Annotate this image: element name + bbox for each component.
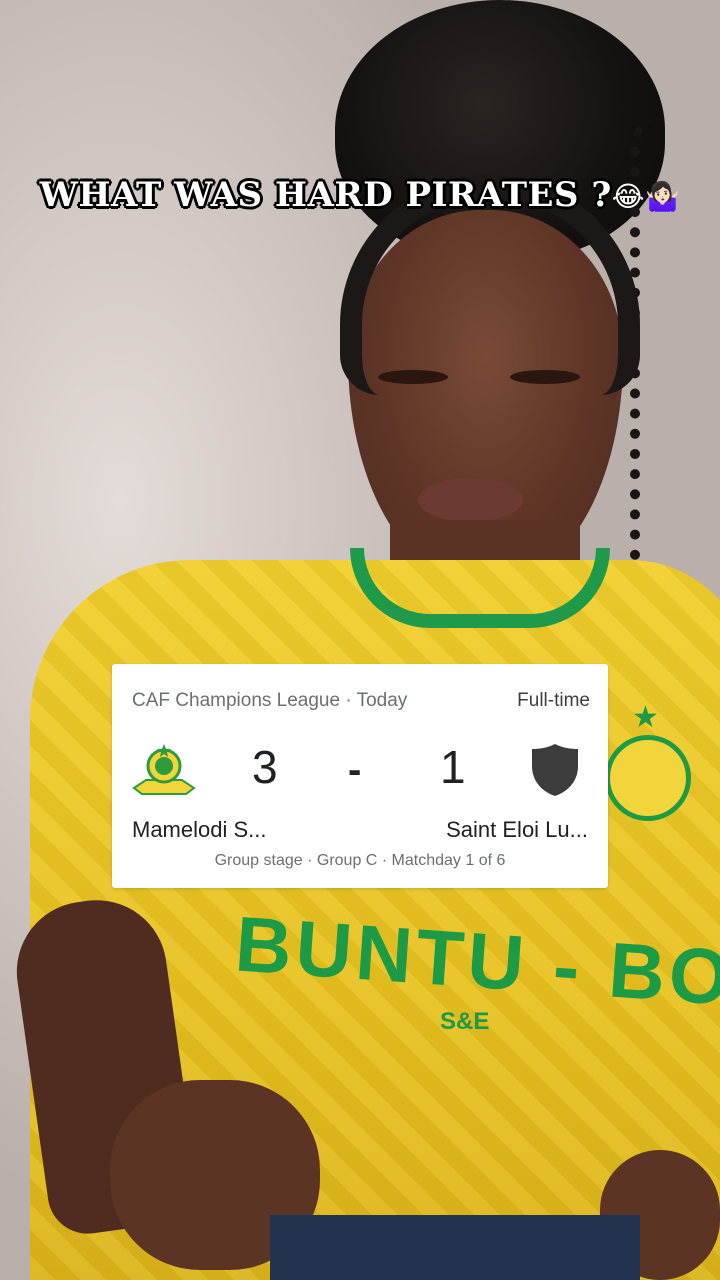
jersey-collar — [350, 548, 610, 628]
jersey-star-icon: ★ — [632, 701, 659, 734]
sundowns-crest-icon — [132, 744, 196, 795]
left-eye — [378, 370, 448, 384]
home-score: 3 — [252, 741, 278, 793]
away-score: 1 — [440, 741, 466, 793]
away-team-name[interactable]: Saint Eloi Lu... — [446, 817, 588, 843]
jeans — [270, 1215, 640, 1280]
video-caption: WHAT WAS HARD PIRATES ?😂🤷🏻‍♀️ — [0, 175, 720, 215]
score-separator: - — [348, 748, 362, 792]
jersey-sub-text: S&E — [440, 1008, 490, 1035]
caption-emoji: 😂🤷🏻‍♀️ — [611, 180, 681, 213]
lips — [418, 478, 523, 522]
home-team-name[interactable]: Mamelodi S... — [132, 817, 267, 843]
match-status: Full-time — [517, 690, 590, 711]
caption-text: WHAT WAS HARD PIRATES ? — [39, 175, 612, 215]
match-score-card: CAF Champions League · Today Full-time 3… — [112, 664, 608, 888]
right-eye — [510, 370, 580, 384]
shield-placeholder-icon — [532, 744, 578, 796]
jersey-crest-icon — [605, 735, 691, 821]
league-line: CAF Champions League · Today — [132, 690, 408, 711]
stage-line: Group stage · Group C · Matchday 1 of 6 — [214, 852, 506, 869]
